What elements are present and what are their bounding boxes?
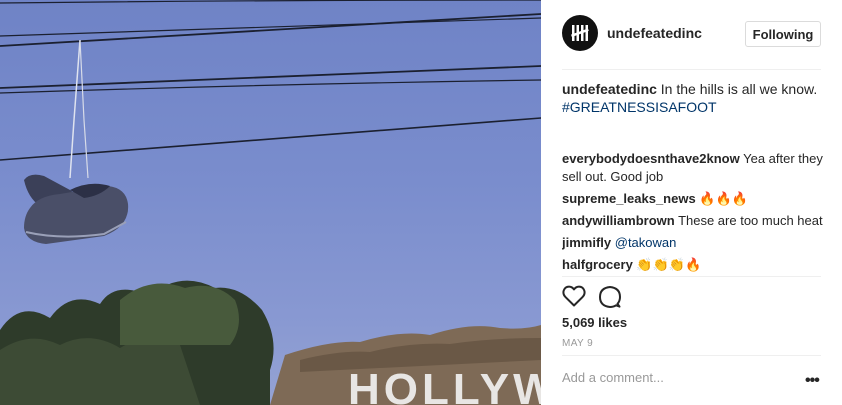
list-item: andywilliambrown These are too much heat	[562, 212, 824, 230]
more-options-icon[interactable]: •••	[805, 372, 820, 390]
following-button[interactable]: Following	[745, 21, 821, 47]
comment-username[interactable]: everybodydoesnthave2know	[562, 151, 740, 166]
caption-hashtag[interactable]: #GREATNESSISAFOOT	[562, 99, 717, 115]
comment-text: 🔥🔥🔥	[695, 191, 748, 206]
comment-username[interactable]: jimmifly	[562, 235, 611, 250]
comment-mention[interactable]: @takowan	[615, 235, 677, 250]
hollywood-sign-text: HOLLYW	[348, 365, 541, 405]
divider	[562, 355, 821, 356]
comment-username[interactable]: supreme_leaks_news	[562, 191, 696, 206]
divider	[562, 69, 821, 70]
header-username[interactable]: undefeatedinc	[607, 25, 702, 41]
avatar[interactable]	[562, 15, 598, 51]
post-actions	[562, 285, 622, 309]
list-item: jimmifly @takowan	[562, 234, 824, 252]
comment-username[interactable]: halfgrocery	[562, 257, 633, 272]
list-item: halfgrocery 👏👏👏🔥	[562, 256, 824, 274]
comment-username[interactable]: andywilliambrown	[562, 213, 675, 228]
comment-icon[interactable]	[598, 285, 622, 309]
caption-text: In the hills is all we know.	[656, 81, 818, 97]
comment-text: 👏👏👏🔥	[632, 257, 702, 272]
likes-count[interactable]: 5,069 likes	[562, 315, 627, 330]
photo-scene: HOLLYW	[0, 0, 541, 405]
post-date: MAY 9	[562, 338, 594, 349]
undefeated-logo-icon	[571, 25, 589, 41]
post-caption: undefeatedinc In the hills is all we kno…	[562, 80, 824, 116]
divider	[562, 276, 821, 277]
post-sidebar: undefeatedinc Following undefeatedinc In…	[541, 0, 842, 405]
add-comment-input[interactable]: Add a comment...	[562, 370, 664, 385]
caption-username[interactable]: undefeatedinc	[562, 81, 657, 97]
list-item: everybodydoesnthave2know Yea after they …	[562, 150, 824, 186]
post-photo[interactable]: HOLLYW	[0, 0, 541, 405]
list-item: supreme_leaks_news 🔥🔥🔥	[562, 190, 824, 208]
comment-text: These are too much heat	[674, 213, 823, 228]
post-header: undefeatedinc Following	[541, 0, 842, 70]
post: HOLLYW undefeatedinc Following undefeate…	[0, 0, 842, 405]
heart-icon[interactable]	[562, 285, 586, 307]
comments-list[interactable]: everybodydoesnthave2know Yea after they …	[562, 150, 824, 275]
